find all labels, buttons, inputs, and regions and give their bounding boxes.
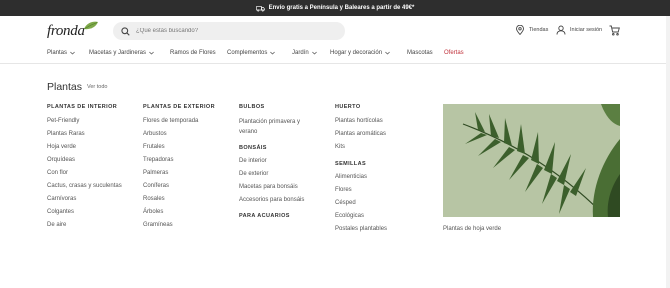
column-heading[interactable]: PARA ACUARIOS [239,213,311,219]
column-heading[interactable]: HUERTO [335,104,387,110]
menu-link[interactable]: Flores [335,187,387,193]
login-label: Iniciar sesión [570,27,603,33]
menu-column-exterior: PLANTAS DE EXTERIOR Flores de temporada … [143,104,215,228]
location-pin-icon [516,25,524,35]
logo[interactable]: fronda [47,23,85,40]
nav-item-ofertas[interactable]: Ofertas [444,50,464,56]
leaf-logo-icon [84,21,98,30]
menu-link[interactable]: Frutales [143,144,215,150]
menu-link[interactable]: De exterior [239,171,311,177]
chevron-down-icon [70,51,75,55]
menu-link[interactable]: De interior [239,158,311,164]
menu-column-huerto-semillas: HUERTO Plantas hortícolas Plantas aromát… [335,104,387,232]
scrollbar[interactable] [666,16,670,288]
column-heading[interactable]: BULBOS [239,104,311,110]
menu-link[interactable]: Carnívoras [47,196,122,202]
menu-link[interactable]: Con flor [47,170,122,176]
menu-link[interactable]: Césped [335,200,387,206]
nav-label: Ofertas [444,50,464,56]
menu-link[interactable]: Ecológicas [335,213,387,219]
column-heading[interactable]: SEMILLAS [335,161,387,167]
menu-link[interactable]: Palmeras [143,170,215,176]
nav-item-hogar[interactable]: Hogar y decoración [330,50,390,56]
nav-item-ramos[interactable]: Ramos de Flores [170,50,216,56]
menu-link[interactable]: Hoja verde [47,144,122,150]
menu-link[interactable]: Plantas hortícolas [335,118,387,124]
nav-item-jardin[interactable]: Jardín [292,50,317,56]
nav-label: Plantas [47,50,68,56]
menu-column-interior: PLANTAS DE INTERIOR Pet-Friendly Plantas… [47,104,122,228]
stores-label: Tiendas [529,27,549,33]
login-link[interactable]: Iniciar sesión [556,25,602,35]
leaf-illustration [443,104,620,217]
menu-link[interactable]: Cactus, crasas y suculentas [47,183,122,189]
cart-icon[interactable] [609,25,620,36]
search-input[interactable] [136,28,336,34]
nav-label: Hogar y decoración [330,50,383,56]
user-icon [556,25,566,35]
chevron-down-icon [385,51,390,55]
nav-item-macetas[interactable]: Macetas y Jardineras [89,50,154,56]
menu-link[interactable]: Plantas Raras [47,131,122,137]
menu-link[interactable]: Macetas para bonsáis [239,184,311,190]
nav-label: Jardín [292,50,309,56]
menu-link[interactable]: Plantas aromáticas [335,131,387,137]
menu-link[interactable]: Flores de temporada [143,118,215,124]
nav-item-plantas[interactable]: Plantas [47,50,75,56]
shipping-text: Envío gratis a Península y Baleares a pa… [268,5,415,11]
menu-title: Plantas [47,81,83,93]
nav-item-complementos[interactable]: Complementos [227,50,276,56]
nav-item-mascotas[interactable]: Mascotas [407,50,433,56]
column-heading[interactable]: BONSÁIS [239,145,311,151]
nav-label: Mascotas [407,50,433,56]
shipping-banner: Envío gratis a Península y Baleares a pa… [0,0,670,16]
menu-link[interactable]: Trepadoras [143,157,215,163]
search-icon [121,26,130,36]
menu-link[interactable]: Kits [335,144,387,150]
menu-link[interactable]: Arbustos [143,131,215,137]
menu-link[interactable]: Postales plantables [335,226,387,232]
menu-link[interactable]: Gramíneas [143,222,215,228]
menu-link[interactable]: Pet-Friendly [47,118,122,124]
menu-link[interactable]: De aire [47,222,122,228]
menu-link[interactable]: Plantación primavera y verano [239,118,311,137]
menu-link[interactable]: Rosales [143,196,215,202]
chevron-down-icon [149,51,154,55]
main-nav: Plantas Macetas y Jardineras Ramos de Fl… [0,46,670,64]
menu-link[interactable]: Orquídeas [47,157,122,163]
search-bar[interactable] [113,22,345,40]
truck-icon [255,5,265,12]
menu-link[interactable]: Árboles [143,209,215,215]
site-header: fronda Tiendas Iniciar sesión [0,16,670,46]
menu-column-bulbos-bonsais: BULBOS Plantación primavera y verano BON… [239,104,311,219]
chevron-down-icon [270,51,276,55]
menu-link[interactable]: Accesorios para bonsáis [239,197,311,203]
menu-link[interactable]: Colgantes [47,209,122,215]
nav-label: Macetas y Jardineras [89,50,147,56]
view-all-link[interactable]: Ver todo [87,84,108,90]
column-heading[interactable]: PLANTAS DE INTERIOR [47,104,122,110]
nav-label: Ramos de Flores [170,50,216,56]
column-heading[interactable]: PLANTAS DE EXTERIOR [143,104,215,110]
promo-image[interactable] [443,104,620,217]
menu-link[interactable]: Coníferas [143,183,215,189]
menu-link[interactable]: Alimenticias [335,174,387,180]
promo-caption[interactable]: Plantas de hoja verde [443,226,501,232]
chevron-down-icon [311,51,317,55]
stores-link[interactable]: Tiendas [515,25,548,35]
nav-label: Complementos [227,50,268,56]
